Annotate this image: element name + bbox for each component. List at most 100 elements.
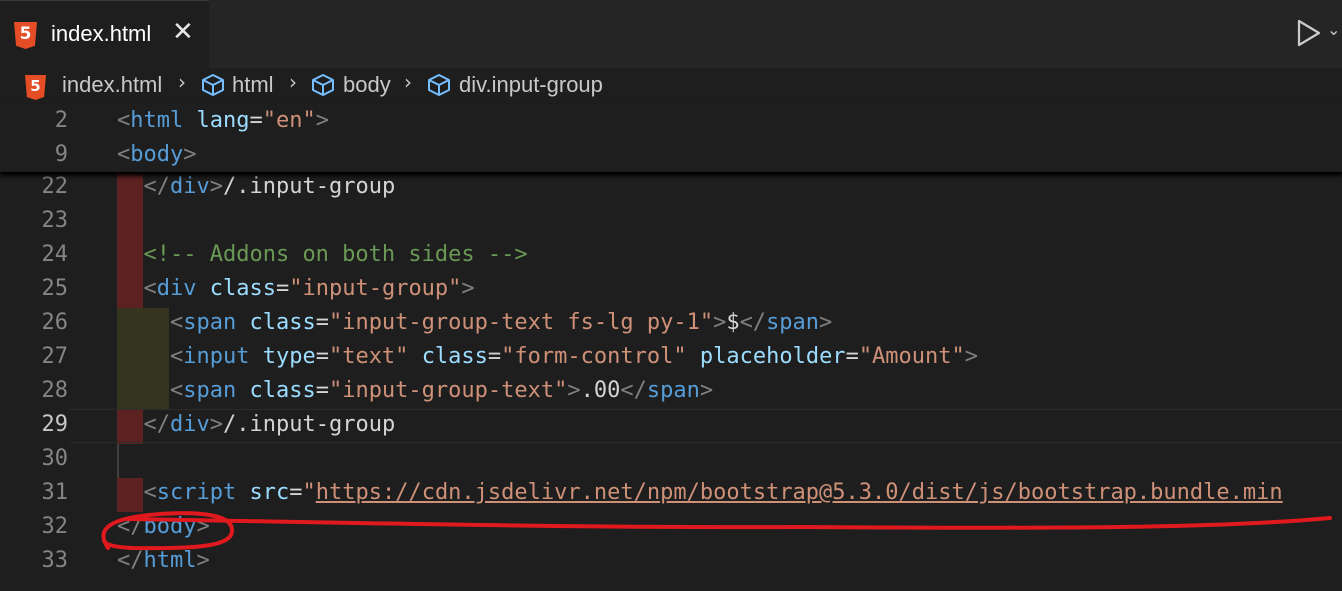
- breadcrumb-label: index.html: [62, 72, 163, 97]
- code-line[interactable]: 30: [0, 442, 1342, 476]
- code-token[interactable]: https://cdn.jsdelivr.net/npm/bootstrap@5…: [316, 480, 1283, 505]
- code-token: </: [143, 174, 171, 199]
- chevron-right-icon: ›: [404, 70, 412, 94]
- code-line[interactable]: 27 <input type="text" class="form-contro…: [0, 340, 1342, 374]
- code-token: class: [421, 344, 488, 369]
- line-number: 32: [41, 514, 69, 539]
- code-token: type: [262, 344, 316, 369]
- line-number: 9: [54, 142, 68, 167]
- code-token: "input-group-text fs-lg py-1": [328, 310, 714, 335]
- code-token: </: [117, 514, 144, 539]
- code-token: class: [249, 310, 316, 335]
- breadcrumb-item-body[interactable]: body: [343, 72, 391, 98]
- code-line[interactable]: 26 <span class="input-group-text fs-lg p…: [0, 306, 1342, 340]
- code-token: >: [964, 344, 979, 369]
- code-token: html: [143, 548, 197, 573]
- code-line[interactable]: 31 <script src="https://cdn.jsdelivr.net…: [0, 476, 1342, 510]
- code-token: "form-control": [501, 344, 687, 369]
- code-token: =: [275, 276, 290, 301]
- code-line[interactable]: 2 <html lang="en">: [0, 104, 1342, 138]
- code-token: </: [117, 548, 144, 573]
- code-token: >: [209, 412, 223, 437]
- code-token: ": [302, 480, 316, 505]
- code-token: =: [315, 344, 329, 369]
- code-token: body: [143, 514, 197, 539]
- code-token: =: [315, 378, 329, 403]
- code-token: =: [845, 344, 859, 369]
- code-token: div: [156, 276, 197, 301]
- code-token: "input-group-text": [328, 378, 568, 403]
- line-number: 33: [41, 548, 69, 573]
- code-token: div: [170, 412, 210, 437]
- code-token: .00: [580, 378, 621, 403]
- cube-icon: [312, 74, 334, 96]
- code-token: <: [117, 142, 131, 167]
- line-number: 22: [41, 174, 69, 199]
- code-token: <: [169, 378, 184, 403]
- code-token: span: [646, 378, 700, 403]
- code-token: span: [183, 310, 237, 335]
- code-line[interactable]: 29 </div>/.input-group: [0, 408, 1342, 442]
- code-text: </html>: [117, 544, 210, 578]
- code-line[interactable]: 25 <div class="input-group">: [0, 272, 1342, 306]
- code-token: div: [170, 174, 210, 199]
- code-token: <: [169, 310, 184, 335]
- chevron-down-icon[interactable]: ⌄: [1327, 20, 1340, 39]
- code-token: >: [713, 310, 727, 335]
- line-number: 31: [41, 480, 69, 505]
- close-icon[interactable]: ✕: [172, 17, 194, 47]
- code-token: /.input-group: [223, 412, 396, 437]
- chevron-right-icon: ›: [289, 70, 297, 94]
- code-text: <body>: [117, 138, 196, 172]
- code-token: placeholder: [699, 344, 846, 369]
- code-line[interactable]: 24 <!-- Addons on both sides -->: [0, 238, 1342, 272]
- code-text: </div>/.input-group: [117, 170, 396, 204]
- code-token: =: [487, 344, 502, 369]
- code-token: >: [209, 174, 223, 199]
- code-text: <!-- Addons on both sides -->: [117, 238, 528, 272]
- line-number: 27: [41, 344, 69, 369]
- code-text: </div>/.input-group: [117, 408, 396, 442]
- code-token: html: [130, 108, 184, 133]
- breadcrumb-item-div[interactable]: div.input-group: [459, 72, 603, 98]
- code-token: body: [130, 142, 184, 167]
- code-line[interactable]: 23: [0, 204, 1342, 238]
- sticky-scroll: 2 <html lang="en"> 9 <body>: [0, 104, 1342, 173]
- play-icon[interactable]: [1293, 18, 1323, 48]
- code-token: "text": [328, 344, 409, 369]
- line-number: 30: [41, 446, 69, 471]
- breadcrumb-item-html[interactable]: html: [232, 72, 274, 98]
- code-token: src: [249, 480, 290, 505]
- tab-bar: 5 index.html ✕ ⌄: [0, 0, 1342, 69]
- code-line[interactable]: 28 <span class="input-group-text">.00</s…: [0, 374, 1342, 408]
- line-number: 26: [41, 310, 69, 335]
- code-line[interactable]: 22 </div>/.input-group: [0, 170, 1342, 204]
- code-token: lang: [196, 108, 250, 133]
- code-token: >: [183, 142, 197, 167]
- code-token: >: [819, 310, 833, 335]
- code-text: <span class="input-group-text">.00</span…: [117, 374, 713, 408]
- code-line[interactable]: 33 </html>: [0, 544, 1342, 578]
- code-line[interactable]: 32 </body>: [0, 510, 1342, 544]
- code-token: input: [183, 344, 250, 369]
- code-token: </: [620, 378, 647, 403]
- tab-index-html[interactable]: 5 index.html ✕: [0, 0, 209, 69]
- code-token: >: [196, 514, 210, 539]
- code-text: <input type="text" class="form-control" …: [117, 340, 978, 374]
- code-line[interactable]: 9 <body>: [0, 138, 1342, 172]
- code-token: =: [315, 310, 329, 335]
- code-token: $: [726, 310, 740, 335]
- code-token: >: [567, 378, 581, 403]
